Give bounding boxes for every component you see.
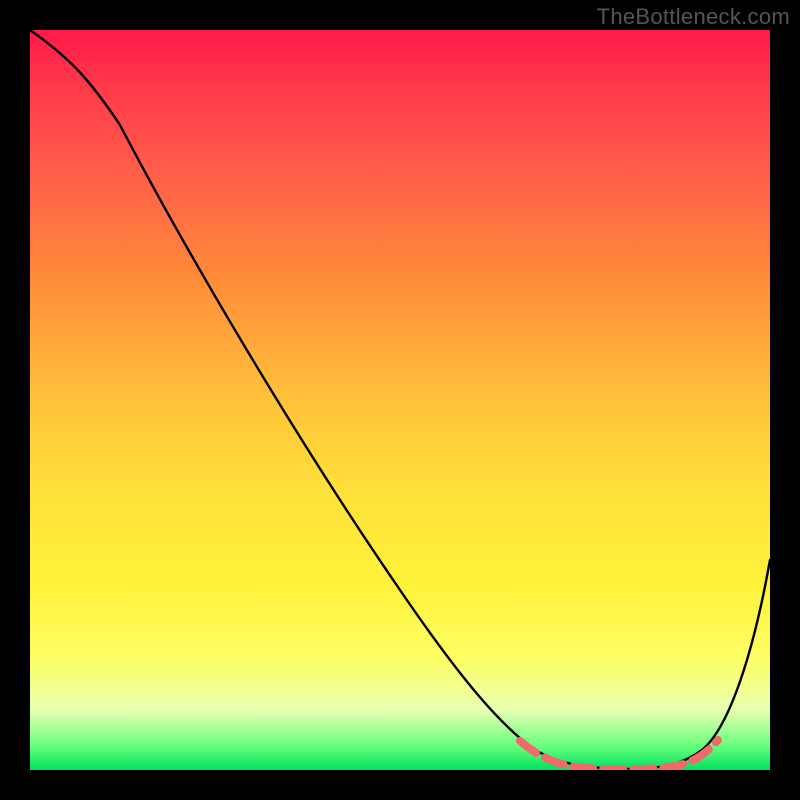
bottleneck-curve [30,30,770,769]
plot-area [30,30,770,770]
chart-svg [30,30,770,770]
watermark-text: TheBottleneck.com [597,4,790,30]
optimal-range-dash [520,740,718,769]
chart-frame: TheBottleneck.com [0,0,800,800]
